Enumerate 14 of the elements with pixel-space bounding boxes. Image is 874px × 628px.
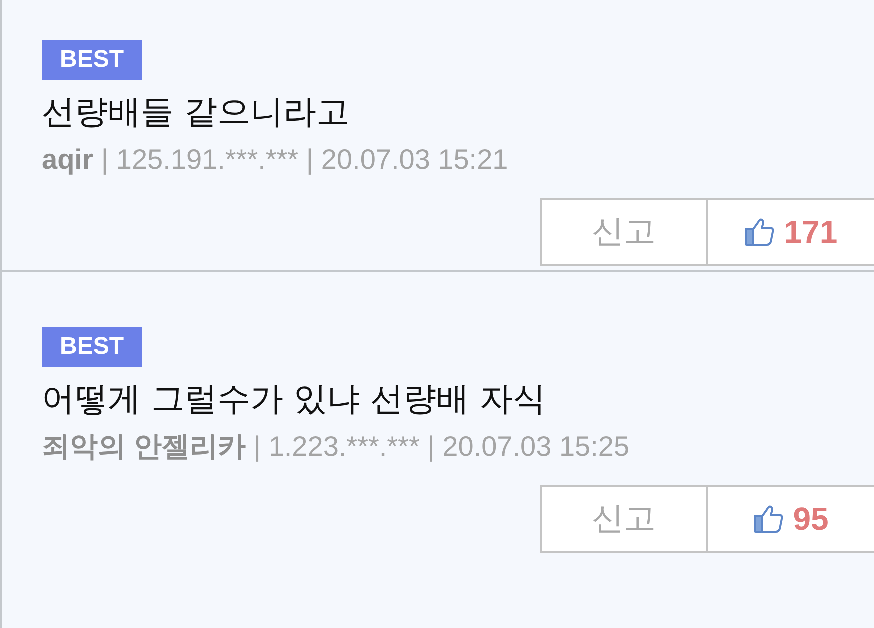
thumbs-up-icon [744,216,776,248]
like-button[interactable]: 95 [708,485,874,553]
comment-details: | 125.191.***.*** | 20.07.03 15:21 [101,144,508,175]
author-name: aqir [42,144,94,175]
comment-details: | 1.223.***.*** | 20.07.03 15:25 [254,431,630,462]
like-button[interactable]: 171 [708,198,874,266]
best-badge: BEST [42,327,142,367]
comment-text: 어떻게 그럴수가 있냐 선량배 자식 [42,378,547,420]
report-button[interactable]: 신고 [540,198,708,266]
best-badge: BEST [42,40,142,80]
author-name: 죄악의 안젤리카 [42,431,246,462]
comment-text: 선량배들 같으니라고 [42,91,350,133]
thumbs-up-icon [753,503,786,535]
report-button[interactable]: 신고 [540,485,708,553]
